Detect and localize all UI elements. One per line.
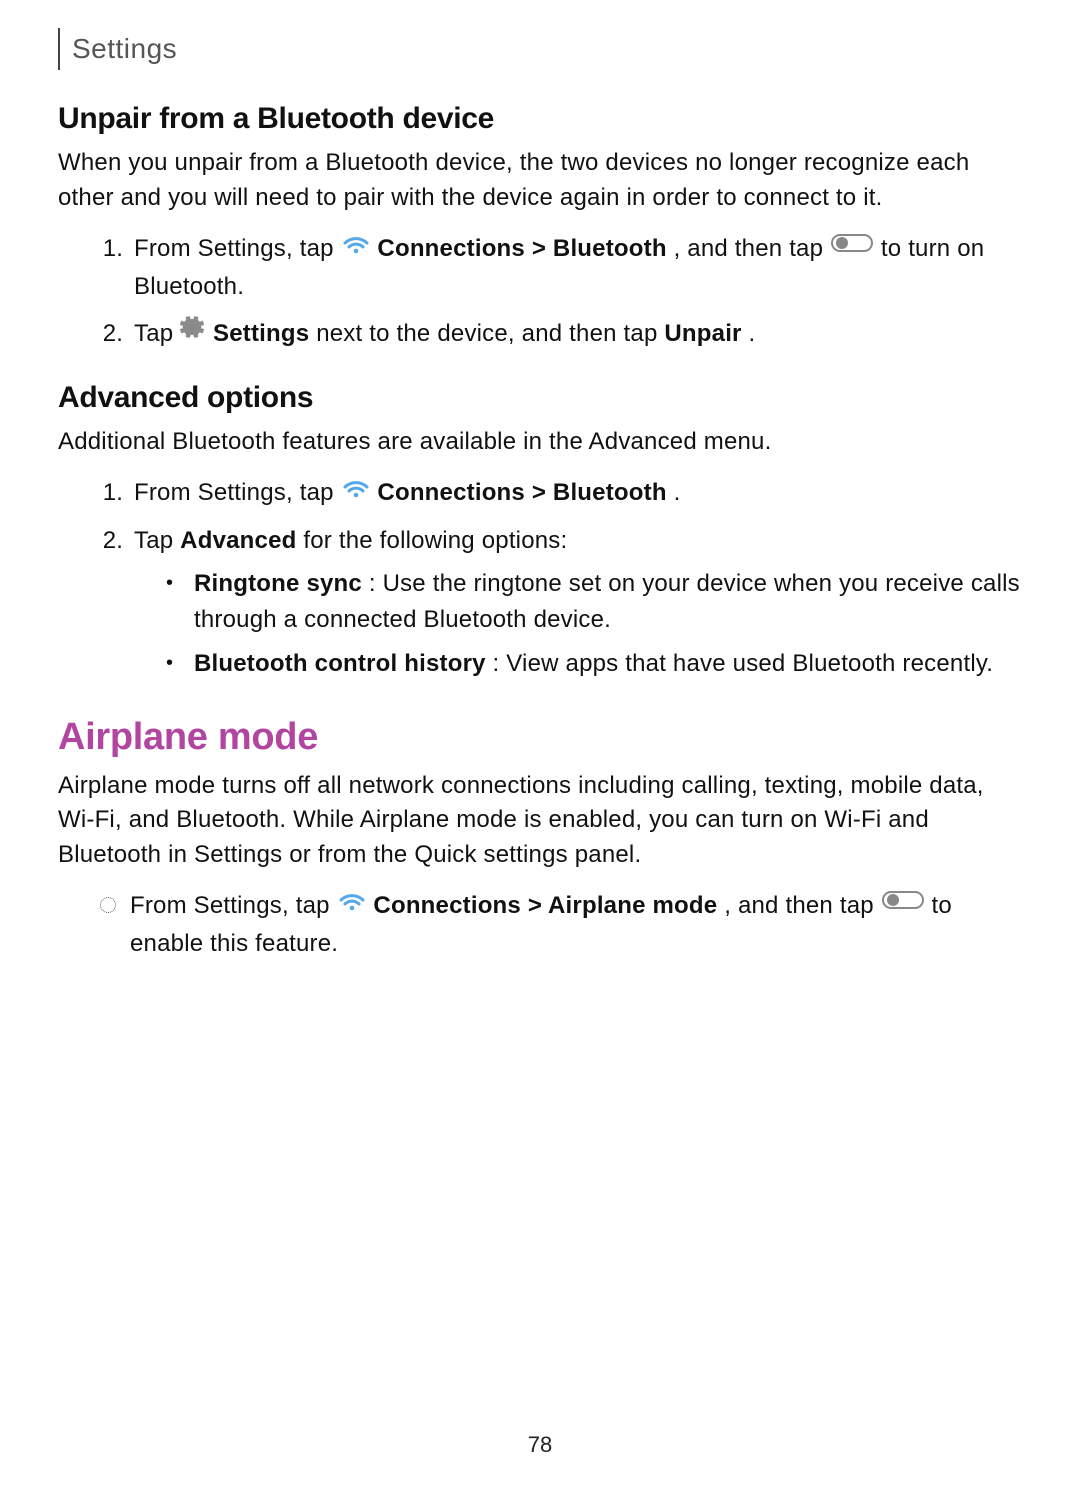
- airplane-intro: Airplane mode turns off all network conn…: [58, 769, 1022, 873]
- advanced-step-1: From Settings, tap Connections > Bluetoo…: [130, 474, 1022, 512]
- bullet-text: : View apps that have used Bluetooth rec…: [493, 650, 994, 677]
- step-text: for the following options:: [303, 527, 567, 554]
- advanced-bold: Advanced: [180, 527, 296, 554]
- wifi-icon: [341, 473, 371, 510]
- step-text: , and then tap: [724, 892, 880, 919]
- toggle-off-icon: [881, 886, 925, 923]
- ringtone-sync-bold: Ringtone sync: [194, 570, 362, 597]
- advanced-steps: From Settings, tap Connections > Bluetoo…: [58, 474, 1022, 681]
- connections-bluetooth-bold: Connections > Bluetooth: [377, 235, 666, 262]
- advanced-bullets: Ringtone sync : Use the ringtone set on …: [134, 566, 1022, 682]
- unpair-step-1: From Settings, tap Connections > Bluetoo…: [130, 230, 1022, 305]
- step-text: , and then tap: [674, 235, 830, 262]
- page-header: Settings: [58, 28, 1022, 70]
- bullet-bt-control-history: Bluetooth control history : View apps th…: [190, 646, 1022, 682]
- step-text: Tap: [134, 527, 180, 554]
- connections-bluetooth-bold: Connections > Bluetooth: [377, 479, 666, 506]
- heading-airplane-mode: Airplane mode: [58, 716, 1022, 759]
- wifi-icon: [337, 886, 367, 923]
- step-text: .: [674, 479, 681, 506]
- bullet-ringtone-sync: Ringtone sync : Use the ringtone set on …: [190, 566, 1022, 638]
- bt-control-history-bold: Bluetooth control history: [194, 650, 486, 677]
- step-text: .: [748, 320, 755, 347]
- step-text: Tap: [134, 320, 180, 347]
- gear-icon: [180, 314, 206, 351]
- step-text: From Settings, tap: [134, 479, 341, 506]
- advanced-step-2: Tap Advanced for the following options: …: [130, 522, 1022, 681]
- unpair-intro: When you unpair from a Bluetooth device,…: [58, 146, 1022, 216]
- unpair-step-2: Tap Settings next to the device, and the…: [130, 315, 1022, 353]
- heading-unpair: Unpair from a Bluetooth device: [58, 102, 1022, 136]
- heading-advanced: Advanced options: [58, 381, 1022, 415]
- airplane-step-list: From Settings, tap Connections > Airplan…: [58, 887, 1022, 962]
- header-bar: [58, 28, 60, 70]
- airplane-step: From Settings, tap Connections > Airplan…: [130, 887, 1022, 962]
- wifi-icon: [341, 229, 371, 266]
- step-text: next to the device, and then tap: [316, 320, 664, 347]
- page-number: 78: [58, 1432, 1022, 1458]
- toggle-off-icon: [830, 229, 874, 266]
- advanced-intro: Additional Bluetooth features are availa…: [58, 425, 1022, 460]
- header-title: Settings: [72, 33, 177, 65]
- unpair-bold: Unpair: [664, 320, 741, 347]
- connections-airplane-bold: Connections > Airplane mode: [373, 892, 717, 919]
- step-text: From Settings, tap: [130, 892, 337, 919]
- step-text: From Settings, tap: [134, 235, 341, 262]
- settings-bold: Settings: [213, 320, 309, 347]
- unpair-steps: From Settings, tap Connections > Bluetoo…: [58, 230, 1022, 354]
